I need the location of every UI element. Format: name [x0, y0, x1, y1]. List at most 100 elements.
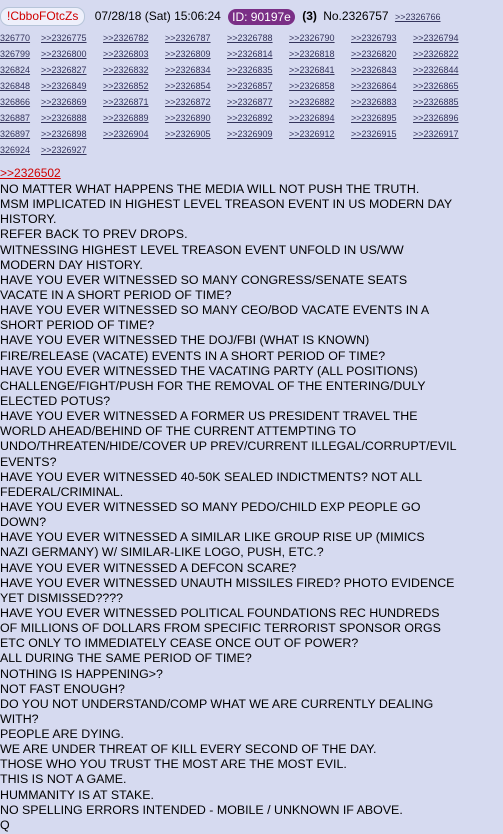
backlink-row: 326824 >>2326827 >>2326832 >>2326834 >>23268…	[0, 63, 503, 78]
tripcode: !CbboFOtcZs	[0, 7, 86, 26]
post-text-line: UNDO/THREATEN/HIDE/COVER UP PREV/CURRENT…	[0, 439, 457, 454]
post-text-line: HAVE YOU EVER WITNESSED POLITICAL FOUNDA…	[0, 605, 440, 620]
post-text-line: HAVE YOU EVER WITNESSED A SIMILAR LIKE G…	[0, 530, 425, 545]
post-text-line: PEOPLE ARE DYING.	[0, 727, 124, 742]
post-text-line: WORLD AHEAD/BEHIND OF THE CURRENT ATTEMP…	[0, 424, 357, 439]
backlink[interactable]: >>2326892	[227, 111, 273, 126]
post-text-line: SHORT PERIOD OF TIME?	[0, 318, 155, 333]
backlink[interactable]: >>2326814	[227, 47, 273, 62]
post-text-line: YET DISMISSED????	[0, 590, 124, 605]
backlink[interactable]: >>2326864	[351, 79, 397, 94]
backlink[interactable]: >>2326835	[227, 63, 273, 78]
backlink[interactable]: >>2326858	[289, 79, 335, 94]
post-text-line: WITNESSING HIGHEST LEVEL TREASON EVENT U…	[0, 242, 404, 257]
backlink[interactable]: >>2326782	[103, 31, 149, 46]
backlink-row: 326924 >>2326927	[0, 143, 503, 158]
backlink[interactable]: >>2326889	[103, 111, 149, 126]
backlink[interactable]: >>2326896	[413, 111, 459, 126]
backlink[interactable]: >>2326766	[395, 12, 441, 22]
backlink[interactable]: >>2326809	[165, 47, 211, 62]
backlink[interactable]: >>2326898	[41, 127, 87, 142]
post-text-line: HAVE YOU EVER WITNESSED 40-50K SEALED IN…	[0, 469, 423, 484]
backlink[interactable]: >>2326790	[289, 31, 335, 46]
backlink[interactable]: >>2326888	[41, 111, 87, 126]
post-text-line: HAVE YOU EVER WITNESSED A DEFCON SCARE?	[0, 560, 297, 575]
backlink[interactable]: 326897	[0, 127, 30, 142]
backlink[interactable]: 326824	[0, 63, 30, 78]
backlink[interactable]: >>2326890	[165, 111, 211, 126]
post-text-line: THIS IS NOT A GAME.	[0, 772, 127, 787]
backlink[interactable]: >>2326872	[165, 95, 211, 110]
post-text-line: HAVE YOU EVER WITNESSED THE VACATING PAR…	[0, 363, 418, 378]
reply-count: (3)	[302, 9, 317, 23]
post-text-line: NAZI GERMANY) W/ SIMILAR-LIKE LOGO, PUSH…	[0, 545, 324, 560]
backlink[interactable]: >>2326775	[41, 31, 87, 46]
backlink[interactable]: 326770	[0, 31, 30, 46]
backlink[interactable]: >>2326909	[227, 127, 273, 142]
backlink[interactable]: >>2326849	[41, 79, 87, 94]
post-text-line: WITH?	[0, 711, 39, 726]
poster-id-badge[interactable]: ID: 90197e	[228, 8, 295, 25]
backlink[interactable]: >>2326834	[165, 63, 211, 78]
backlink[interactable]: >>2326882	[289, 95, 335, 110]
backlink-row: 326848 >>2326849 >>2326852 >>2326854 >>23268…	[0, 79, 503, 94]
backlink[interactable]: >>2326820	[351, 47, 397, 62]
post-text-line: HISTORY.	[0, 212, 57, 227]
backlink[interactable]: >>2326852	[103, 79, 149, 94]
post-body: NO MATTER WHAT HAPPENS THE MEDIA WILL NO…	[0, 182, 503, 833]
backlink[interactable]: 326799	[0, 47, 30, 62]
backlink[interactable]: >>2326818	[289, 47, 335, 62]
backlink[interactable]: >>2326822	[413, 47, 459, 62]
post-number[interactable]: No.2326757	[323, 9, 388, 23]
backlink[interactable]: >>2326854	[165, 79, 211, 94]
backlink[interactable]: >>2326827	[41, 63, 87, 78]
backlink[interactable]: 326848	[0, 79, 30, 94]
backlink[interactable]: >>2326905	[165, 127, 211, 142]
post-text-line: FIRE/RELEASE (VACATE) EVENTS IN A SHORT …	[0, 348, 386, 363]
post-header: !CbboFOtcZs 07/28/18 (Sat) 15:06:24 ID: …	[0, 6, 503, 26]
backlink[interactable]: 326924	[0, 143, 30, 158]
backlink[interactable]: >>2326865	[413, 79, 459, 94]
backlink[interactable]: >>2326788	[227, 31, 273, 46]
backlink[interactable]: >>2326895	[351, 111, 397, 126]
backlink[interactable]: >>2326912	[289, 127, 335, 142]
backlink[interactable]: 326866	[0, 95, 30, 110]
backlink[interactable]: >>2326877	[227, 95, 273, 110]
backlink[interactable]: >>2326927	[41, 143, 87, 158]
post-text-line: HAVE YOU EVER WITNESSED SO MANY CEO/BOD …	[0, 303, 430, 318]
backlink[interactable]: >>2326883	[351, 95, 397, 110]
backlink[interactable]: >>2326843	[351, 63, 397, 78]
backlink[interactable]: >>2326917	[413, 127, 459, 142]
post-text-line: MSM IMPLICATED IN HIGHEST LEVEL TREASON …	[0, 197, 453, 212]
backlink[interactable]: >>2326915	[351, 127, 397, 142]
backlink[interactable]: >>2326904	[103, 127, 149, 142]
post-text-line: NOT FAST ENOUGH?	[0, 681, 125, 696]
post-text-line: HUMMANITY IS AT STAKE.	[0, 787, 154, 802]
backlink[interactable]: >>2326894	[289, 111, 335, 126]
post-text-line: VACATE IN A SHORT PERIOD OF TIME?	[0, 287, 232, 302]
backlink[interactable]: >>2326885	[413, 95, 459, 110]
backlink[interactable]: >>2326787	[165, 31, 211, 46]
post-text-line: DO YOU NOT UNDERSTAND/COMP WHAT WE ARE C…	[0, 696, 434, 711]
backlink[interactable]: 326887	[0, 111, 30, 126]
backlink[interactable]: >>2326803	[103, 47, 149, 62]
backlink-row: 326897 >>2326898 >>2326904 >>2326905 >>23269…	[0, 127, 503, 142]
backlink[interactable]: >>2326793	[351, 31, 397, 46]
post-text-line: MODERN DAY HISTORY.	[0, 257, 143, 272]
post-text-line: HAVE YOU EVER WITNESSED UNAUTH MISSILES …	[0, 575, 455, 590]
backlink[interactable]: >>2326869	[41, 95, 87, 110]
backlink[interactable]: >>2326800	[41, 47, 87, 62]
post-text-line: NOTHING IS HAPPENING>?	[0, 666, 163, 681]
backlink[interactable]: >>2326844	[413, 63, 459, 78]
backlink[interactable]: >>2326832	[103, 63, 149, 78]
backlink-row: 326887 >>2326888 >>2326889 >>2326890 >>23268…	[0, 111, 503, 126]
post-text-line: WE ARE UNDER THREAT OF KILL EVERY SECOND…	[0, 742, 377, 757]
backlink[interactable]: >>2326794	[413, 31, 459, 46]
backlink-row: 326799 >>2326800 >>2326803 >>2326809 >>23268…	[0, 47, 503, 62]
quote-link[interactable]: >>2326502	[0, 166, 61, 181]
post-text-line: HAVE YOU EVER WITNESSED THE DOJ/FBI (WHA…	[0, 333, 370, 348]
backlink[interactable]: >>2326841	[289, 63, 335, 78]
post-text-line: REFER BACK TO PREV DROPS.	[0, 227, 188, 242]
backlink[interactable]: >>2326857	[227, 79, 273, 94]
backlink[interactable]: >>2326871	[103, 95, 149, 110]
